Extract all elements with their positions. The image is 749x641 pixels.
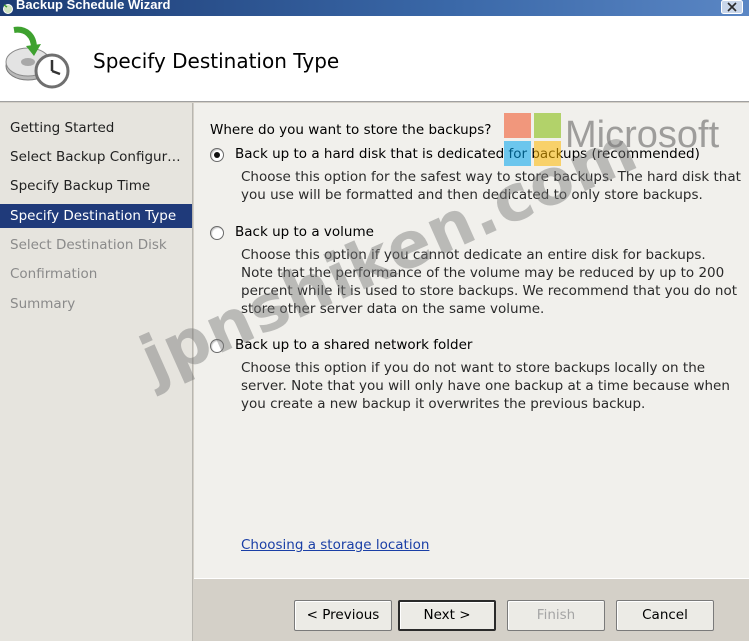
step-specify-destination-type[interactable]: Specify Destination Type (0, 204, 192, 228)
option-network-folder[interactable]: Back up to a shared network folder Choos… (210, 337, 740, 413)
cancel-button[interactable]: Cancel (616, 600, 714, 631)
close-icon[interactable] (721, 0, 743, 14)
option-network-folder-description: Choose this option if you do not want to… (241, 360, 730, 412)
step-select-destination-disk: Select Destination Disk (10, 237, 167, 253)
step-summary: Summary (10, 296, 76, 312)
wizard-header: Specify Destination Type (0, 16, 749, 102)
destination-question: Where do you want to store the backups? (210, 122, 492, 138)
step-confirmation: Confirmation (10, 266, 98, 282)
page-title: Specify Destination Type (93, 49, 340, 73)
step-specify-backup-time[interactable]: Specify Backup Time (0, 174, 192, 198)
next-button[interactable]: Next > (398, 600, 496, 631)
backup-clock-icon (5, 26, 70, 89)
previous-button[interactable]: < Previous (294, 600, 392, 631)
wizard-footer: < Previous Next > Finish Cancel (194, 578, 749, 641)
storage-location-help-link[interactable]: Choosing a storage location (241, 537, 429, 553)
radio-volume[interactable] (210, 226, 224, 240)
finish-button: Finish (507, 600, 605, 631)
title-bar: Backup Schedule Wizard (0, 0, 749, 16)
window-title: Backup Schedule Wizard (16, 0, 171, 12)
radio-dedicated-disk[interactable] (210, 148, 224, 162)
step-select-backup-configuration[interactable]: Select Backup Configur… (0, 145, 192, 169)
step-getting-started[interactable]: Getting Started (0, 116, 192, 140)
backup-app-icon (3, 4, 13, 14)
